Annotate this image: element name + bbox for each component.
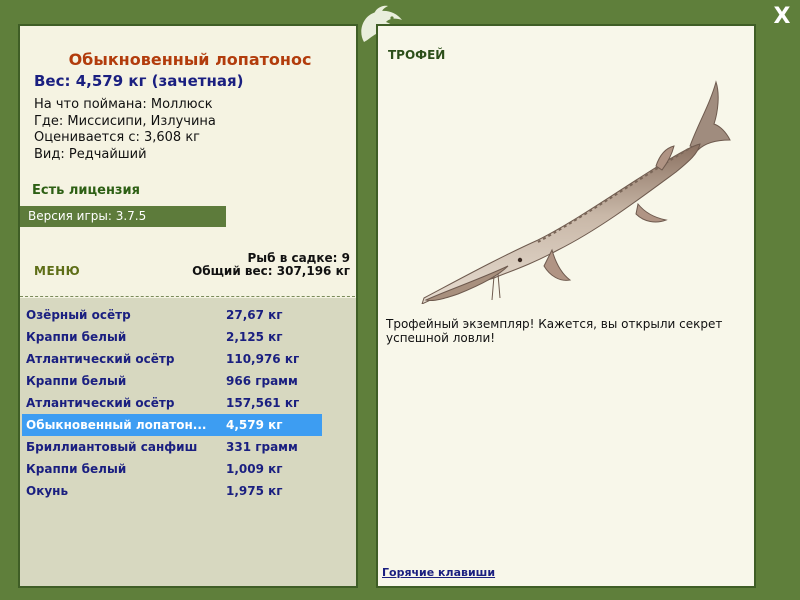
trophy-panel: ТРОФЕЙ Трофейный экземпляр! Кажется, вы …: [376, 24, 756, 588]
list-item[interactable]: Озёрный осётр 27,67 кг: [22, 304, 322, 326]
trophy-description: Трофейный экземпляр! Кажется, вы открыли…: [386, 317, 723, 345]
menu-button[interactable]: МЕНЮ: [34, 264, 80, 278]
fish-details: На что поймана: Моллюск Где: Миссисипи, …: [34, 97, 216, 163]
catch-weight: 331 грамм: [226, 440, 298, 454]
catch-weight: 2,125 кг: [226, 330, 283, 344]
list-item[interactable]: Окунь 1,975 кг: [22, 480, 322, 502]
list-item[interactable]: Бриллиантовый санфиш 331 грамм: [22, 436, 322, 458]
catch-name: Озёрный осётр: [26, 308, 131, 322]
catch-name: Краппи белый: [26, 462, 127, 476]
location-text: Где: Миссисипи, Излучина: [34, 113, 216, 129]
list-item[interactable]: Краппи белый 2,125 кг: [22, 326, 322, 348]
list-item[interactable]: Атлантический осётр 157,561 кг: [22, 392, 322, 414]
catch-name: Краппи белый: [26, 374, 127, 388]
catch-weight: 1,975 кг: [226, 484, 283, 498]
close-button[interactable]: X: [768, 4, 796, 30]
catch-weight: 157,561 кг: [226, 396, 300, 410]
catch-weight: 27,67 кг: [226, 308, 283, 322]
catch-weight: 966 грамм: [226, 374, 298, 388]
paddlefish-image: [421, 80, 731, 304]
catch-name: Окунь: [26, 484, 69, 498]
caught-on-text: На что поймана: Моллюск: [34, 97, 213, 112]
catch-weight: 110,976 кг: [226, 352, 300, 366]
hotkeys-link[interactable]: Горячие клавиши: [382, 566, 495, 579]
valued-from-text: Оценивается с: 3,608 кг: [34, 130, 201, 145]
license-status: Есть лицензия: [32, 183, 140, 198]
catch-name: Бриллиантовый санфиш: [26, 440, 198, 454]
fish-weight: Вес: 4,579 кг (зачетная): [34, 72, 244, 90]
total-weight: Общий вес: 307,196 кг: [192, 264, 350, 278]
fish-info-panel: Обыкновенный лопатонос Вес: 4,579 кг (за…: [18, 24, 358, 588]
game-frame: X Обыкновенный лопатонос Вес: 4,579 кг (…: [0, 0, 800, 600]
catch-list: Озёрный осётр 27,67 кг Краппи белый 2,125 …: [22, 304, 322, 502]
list-item[interactable]: Краппи белый 966 грамм: [22, 370, 322, 392]
list-item-selected[interactable]: Обыкновенный лопатон... 4,579 кг: [22, 414, 322, 436]
catch-weight: 1,009 кг: [226, 462, 283, 476]
catch-list-area: Озёрный осётр 27,67 кг Краппи белый 2,125 …: [20, 298, 356, 586]
catch-name: Обыкновенный лопатон...: [26, 418, 207, 432]
list-item[interactable]: Атлантический осётр 110,976 кг: [22, 348, 322, 370]
keepnet-stats: Рыб в садке: 9 Общий вес: 307,196 кг: [192, 252, 350, 278]
catch-name: Краппи белый: [26, 330, 127, 344]
kind-text: Вид: Редчайший: [34, 146, 147, 162]
catch-name: Атлантический осётр: [26, 352, 175, 366]
list-item[interactable]: Краппи белый 1,009 кг: [22, 458, 322, 480]
fish-title: Обыкновенный лопатонос: [68, 50, 312, 69]
catch-name: Атлантический осётр: [26, 396, 175, 410]
divider: [20, 296, 356, 297]
version-bar: Версия игры: 3.7.5: [20, 206, 226, 227]
catch-weight: 4,579 кг: [226, 418, 283, 432]
